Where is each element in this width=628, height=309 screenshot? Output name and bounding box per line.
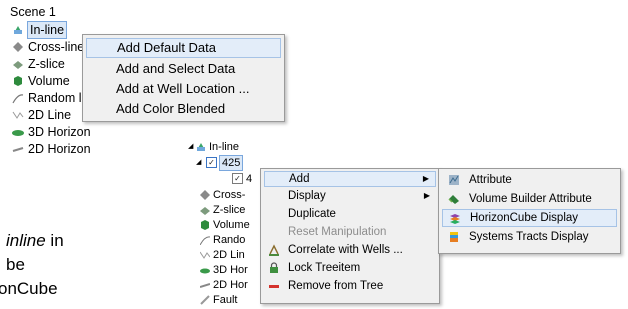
randomline-icon [12,94,24,104]
menu-item-add-at-well-location[interactable]: Add at Well Location ... [86,79,281,99]
crossline-icon [13,42,23,52]
collapse-arrow-icon[interactable]: ◢ [196,156,201,170]
inline-icon [197,143,205,151]
remove-icon [269,285,279,288]
scene-title-label: Scene 1 [10,5,56,19]
context-menu-add: Add Default Data Add and Select Data Add… [82,34,285,122]
tree-item-label: 2D Horizon [28,142,91,154]
lock-icon [270,262,278,273]
submenu-arrow-icon: ▶ [422,174,429,183]
submenu-arrow-icon: ▶ [423,191,430,200]
menu-item-remove-from-tree[interactable]: Remove from Tree [264,278,436,294]
3dhorizon-icon [12,130,24,136]
volume-icon [14,76,22,86]
tree-item-label: 3D Horizon [28,125,91,139]
2dline-icon [12,111,24,119]
fault-icon [200,295,210,305]
context-menu-treeitem: Add ▶ Display ▶ Duplicate Reset Manipula… [260,168,440,304]
horizoncube-icon [450,214,460,224]
crossline-icon [200,190,210,200]
doc-text-italic: inline [6,231,46,250]
volume-builder-icon [448,195,459,204]
2dhorizon-icon [12,147,24,152]
2dline-icon [200,251,210,259]
tree-item-label: 2D Line [28,108,72,122]
menu-item-add-and-select-data[interactable]: Add and Select Data [86,59,281,79]
menu-item-add[interactable]: Add ▶ [264,171,436,187]
menu-item-attribute[interactable]: Attribute [442,171,617,189]
doc-text-line-2: be [6,255,25,274]
2dhorizon-icon [200,283,210,288]
menu-item-duplicate[interactable]: Duplicate [264,206,436,222]
menu-item-reset-manipulation[interactable]: Reset Manipulation [264,224,436,240]
inline-icon [14,26,22,34]
menu-item-horizoncube-display[interactable]: HorizonCube Display [442,209,617,227]
tree-item-label: Z-slice [28,57,65,71]
zslice-icon [200,207,210,215]
doc-text-line-3: onCube [0,279,58,298]
menu-item-display[interactable]: Display ▶ [264,188,436,204]
doc-text-line-1: inline in [0,231,64,251]
systems-tracts-icon [450,232,458,242]
tree-item-label: Volume [28,74,70,88]
collapse-arrow-icon[interactable]: ◢ [188,140,193,154]
tree-item-label: In-line [26,21,68,39]
menu-item-correlate-with-wells[interactable]: Correlate with Wells ... [264,242,436,258]
menu-item-add-default-data[interactable]: Add Default Data [86,38,281,58]
menu-item-add-color-blended[interactable]: Add Color Blended [86,99,281,119]
checkbox-icon[interactable]: ✓ [206,157,217,168]
checkbox-icon[interactable]: ✓ [232,173,243,184]
menu-item-lock-treeitem[interactable]: Lock Treeitem [264,260,436,276]
context-menu-add-submenu: Attribute Volume Builder Attribute Horiz… [438,168,621,254]
zslice-icon [13,61,23,69]
volume-icon [201,220,209,230]
3dhorizon-icon [200,268,210,274]
tree-item-label: Cross-line [28,40,85,54]
randomline-icon [200,236,210,245]
menu-item-volume-builder-attribute[interactable]: Volume Builder Attribute [442,190,617,208]
wells-icon [269,244,279,256]
attribute-icon [449,175,459,185]
menu-item-systems-tracts-display[interactable]: Systems Tracts Display [442,228,617,246]
